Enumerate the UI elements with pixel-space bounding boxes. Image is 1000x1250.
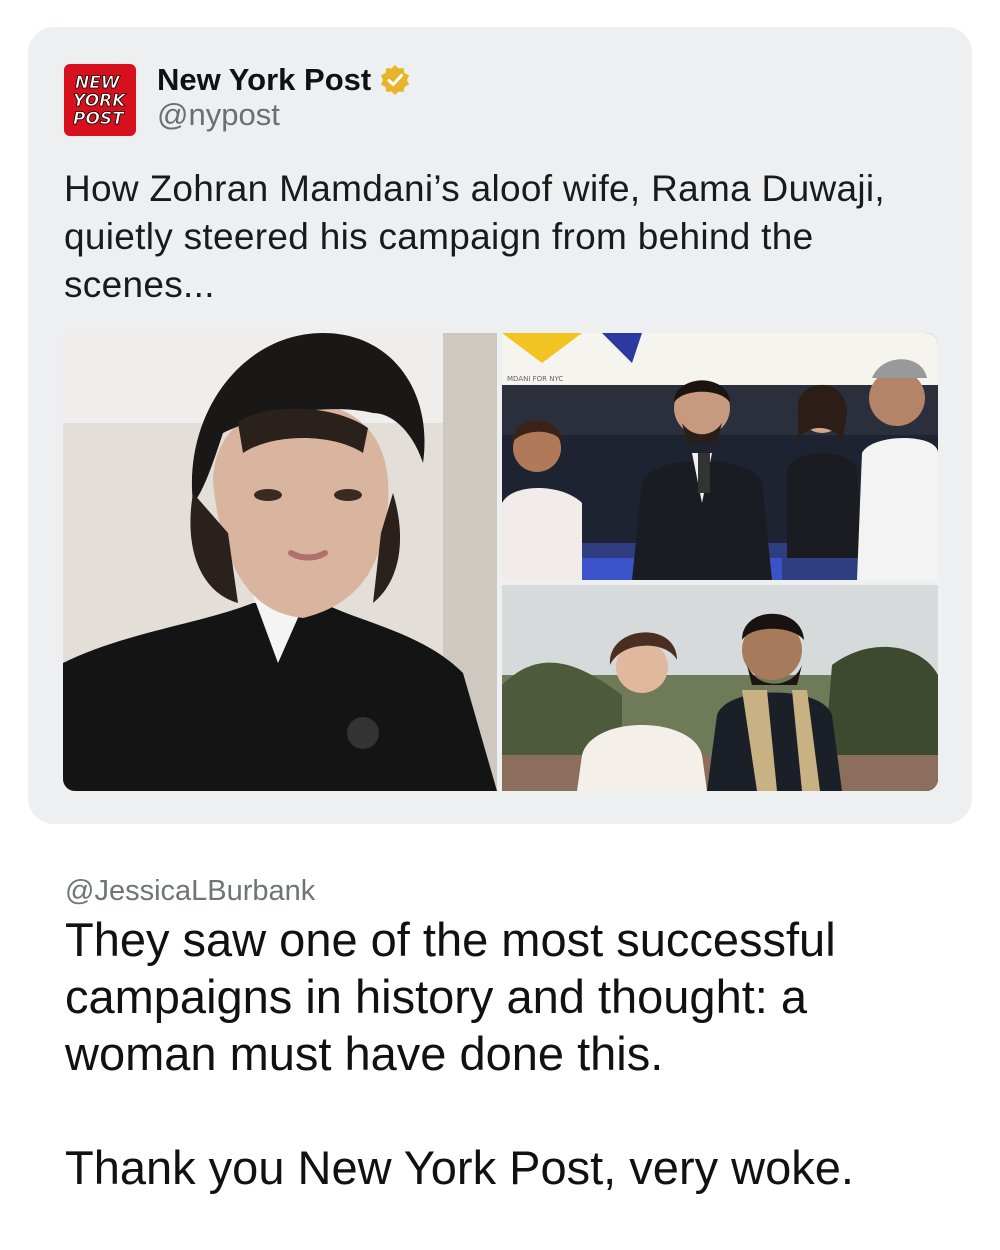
nypost-logo[interactable]: NEW YORK POST <box>64 64 136 136</box>
reply-handle[interactable]: @JessicaLBurbank <box>65 875 315 908</box>
photo-grid[interactable]: MDANI FOR NYC <box>63 333 938 791</box>
rally-photo[interactable]: MDANI FOR NYC <box>502 333 938 580</box>
author-handle[interactable]: @nypost <box>157 97 280 133</box>
author-name-text: New York Post <box>157 62 372 97</box>
wedding-photo[interactable] <box>502 585 938 791</box>
author-name[interactable]: New York Post <box>157 62 411 98</box>
logo-line-3: POST <box>73 109 125 129</box>
verified-badge-icon <box>381 65 410 95</box>
wedding-photo-image <box>502 585 938 791</box>
rally-sign-text: MDANI FOR NYC <box>507 375 563 383</box>
quoted-post-card[interactable]: NEW YORK POST New York Post @nypost How … <box>28 27 972 824</box>
portrait-photo[interactable] <box>63 333 497 791</box>
reply-text: They saw one of the most successful camp… <box>65 913 854 1194</box>
nypost-logo-wordmark: NEW YORK POST <box>73 73 128 129</box>
post-headline: How Zohran Mamdani’s aloof wife, Rama Du… <box>64 168 885 305</box>
portrait-photo-image <box>63 333 497 791</box>
rally-photo-image: MDANI FOR NYC <box>502 333 938 580</box>
logo-line-2: YORK <box>73 91 127 111</box>
logo-line-1: NEW <box>75 73 121 93</box>
